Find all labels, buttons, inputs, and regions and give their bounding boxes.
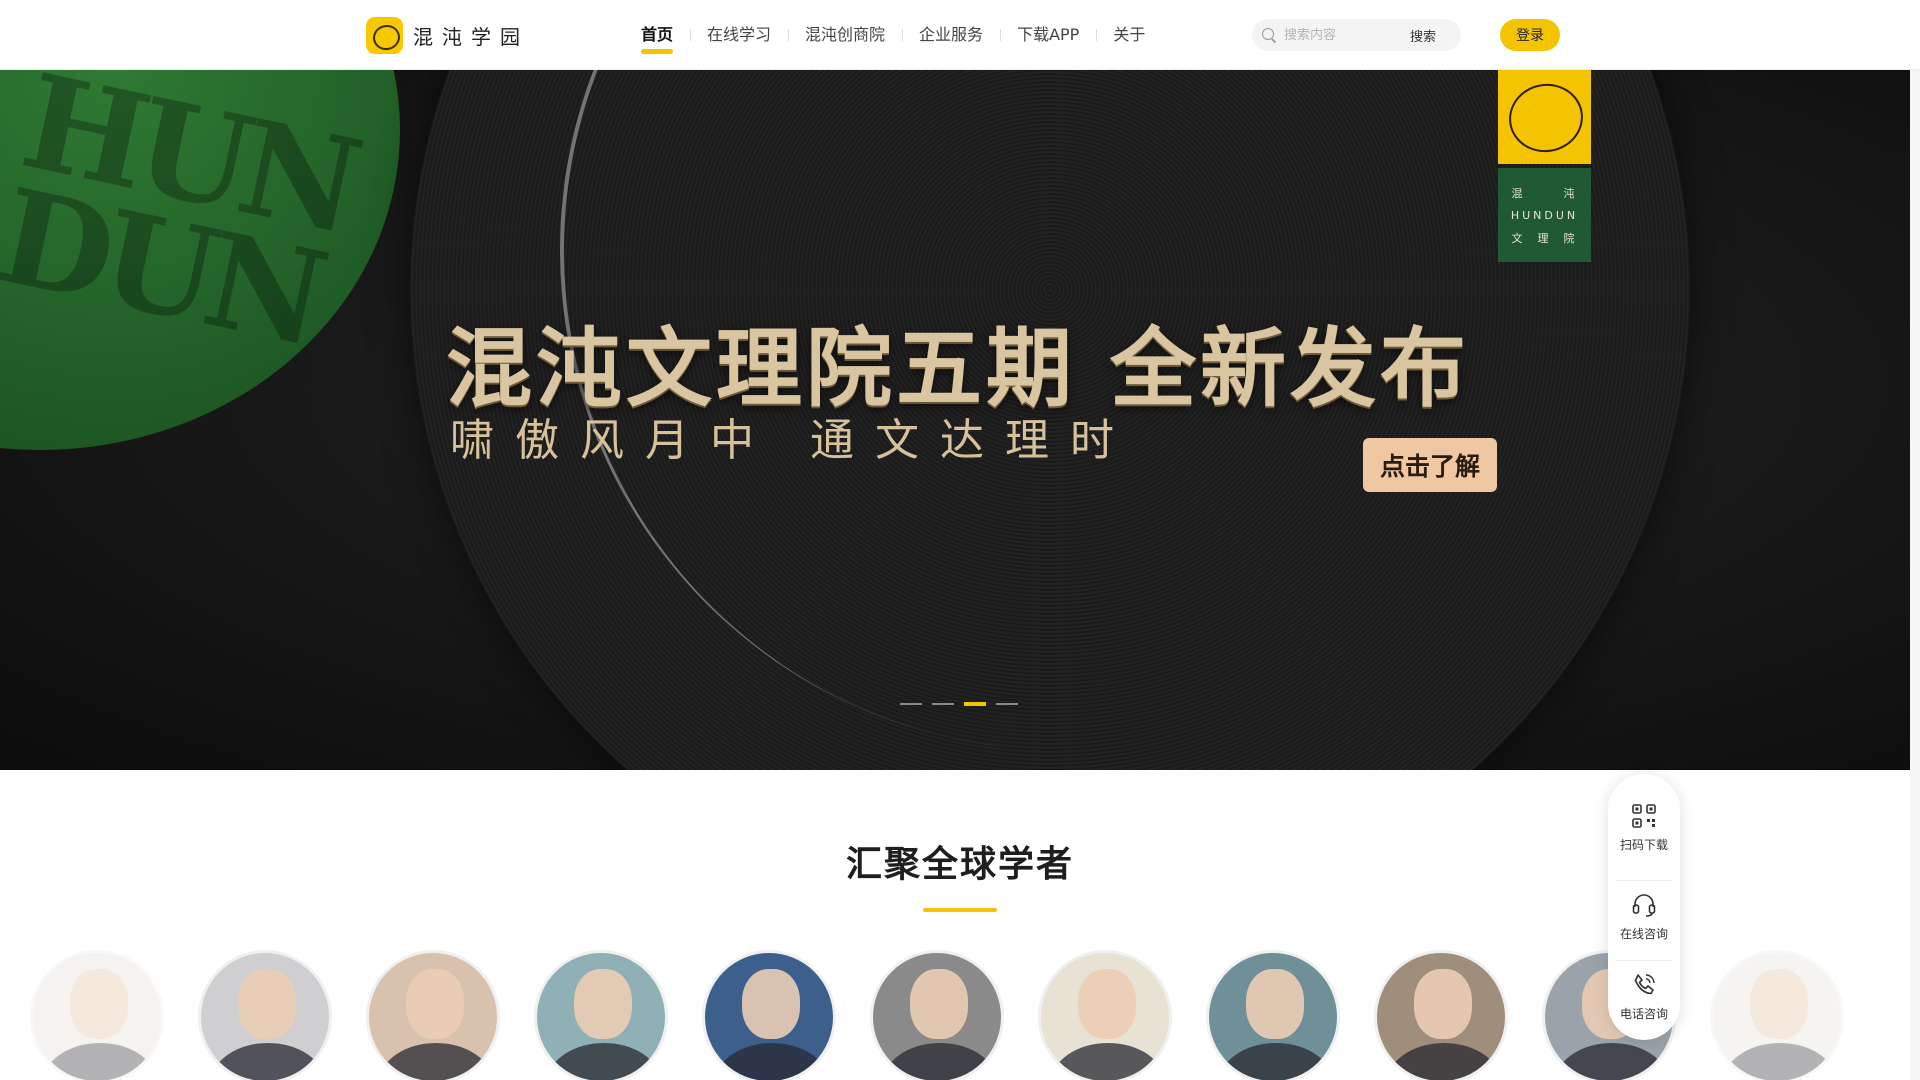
scholar-avatar[interactable] — [1710, 950, 1844, 1080]
floating-contact-panel: 扫码下载 在线咨询 电话咨询 — [1608, 774, 1680, 1040]
qr-code-icon — [1632, 804, 1656, 828]
learn-more-button[interactable]: 点击了解 — [1363, 438, 1497, 492]
nav-about[interactable]: 关于 — [1096, 0, 1162, 70]
avatar-head — [574, 969, 632, 1039]
banner-subtitle: 啸傲风月中 通文达理时 — [450, 415, 1135, 466]
green-disc-graphic: HUN DUN — [0, 70, 400, 450]
online-consult-label: 在线咨询 — [1619, 927, 1668, 942]
phone-consult-button[interactable]: 电话咨询 — [1616, 961, 1672, 1040]
scholar-avatar[interactable] — [534, 950, 668, 1080]
scholar-avatar[interactable] — [198, 950, 332, 1080]
headset-icon — [1632, 894, 1656, 918]
scan-download-button[interactable]: 扫码下载 — [1616, 802, 1672, 882]
carousel-dot[interactable] — [932, 703, 954, 705]
nav-download-app[interactable]: 下载APP — [1000, 0, 1096, 70]
nav-enterprise-services[interactable]: 企业服务 — [902, 0, 1000, 70]
badge-char: 理 — [1537, 231, 1552, 245]
avatar-head — [742, 969, 800, 1039]
nav-home[interactable]: 首页 — [624, 0, 690, 70]
avatar-head — [1078, 969, 1136, 1039]
phone-consult-label: 电话咨询 — [1619, 1006, 1668, 1021]
search-icon — [1262, 28, 1276, 42]
avatar-body — [1723, 1043, 1837, 1080]
scholar-avatar[interactable] — [1374, 950, 1508, 1080]
main-nav: 首页 在线学习 混沌创商院 企业服务 下载APP 关于 — [624, 0, 1162, 70]
avatar-head — [1246, 969, 1304, 1039]
hundun-college-badge[interactable]: 混 沌 HUNDUN 文 理 院 — [1498, 70, 1591, 262]
scholar-avatar[interactable] — [870, 950, 1004, 1080]
site-logo[interactable]: 混沌学园 — [366, 17, 529, 54]
scholar-avatar[interactable] — [702, 950, 836, 1080]
nav-business-school[interactable]: 混沌创商院 — [788, 0, 902, 70]
avatar-body — [883, 1043, 997, 1080]
avatar-body — [547, 1043, 661, 1080]
avatar-body — [1219, 1043, 1333, 1080]
login-button[interactable]: 登录 — [1500, 19, 1560, 51]
avatar-head — [406, 969, 464, 1039]
carousel-dot[interactable] — [964, 702, 986, 706]
avatar-body — [211, 1043, 325, 1080]
scholar-avatar[interactable] — [1206, 950, 1340, 1080]
badge-char: 混 — [1511, 186, 1526, 200]
disc-lettering: HUN DUN — [0, 70, 367, 376]
scholar-avatar[interactable] — [1038, 950, 1172, 1080]
title-underline — [923, 908, 997, 912]
badge-char: 文 — [1511, 231, 1526, 245]
carousel-dot[interactable] — [900, 703, 922, 705]
search-button[interactable]: 搜索 — [1410, 26, 1436, 45]
avatar-body — [715, 1043, 829, 1080]
avatar-head — [1414, 969, 1472, 1039]
avatar-head — [910, 969, 968, 1039]
badge-logo-icon — [1498, 70, 1591, 164]
scholar-avatar[interactable] — [30, 950, 164, 1080]
avatar-head — [238, 969, 296, 1039]
badge-char: 院 — [1563, 231, 1578, 245]
badge-text-block: 混 沌 HUNDUN 文 理 院 — [1498, 168, 1591, 262]
nav-online-learning[interactable]: 在线学习 — [690, 0, 788, 70]
phone-icon — [1634, 973, 1655, 994]
badge-char: 沌 — [1563, 186, 1578, 200]
avatar-head — [1750, 969, 1808, 1039]
logo-icon — [366, 17, 403, 54]
hero-banner[interactable]: HUN DUN 混沌文理院五期 全新发布 啸傲风月中 通文达理时 点击了解 混 … — [0, 70, 1920, 770]
carousel-indicators — [900, 702, 1018, 706]
site-header: 混沌学园 首页 在线学习 混沌创商院 企业服务 下载APP 关于 搜索 登录 — [0, 0, 1920, 70]
avatar-body — [1051, 1043, 1165, 1080]
carousel-dot[interactable] — [996, 703, 1018, 705]
logo-text: 混沌学园 — [413, 25, 529, 49]
avatar-head — [70, 969, 128, 1039]
badge-latin: HUNDUN — [1510, 208, 1579, 222]
avatar-body — [1555, 1043, 1669, 1080]
avatar-body — [43, 1043, 157, 1080]
page-scrollbar[interactable] — [1910, 0, 1920, 1080]
scholar-avatar[interactable] — [366, 950, 500, 1080]
search-input[interactable] — [1284, 27, 1404, 43]
online-consult-button[interactable]: 在线咨询 — [1616, 881, 1672, 961]
search-box: 搜索 — [1252, 19, 1461, 51]
scan-download-label: 扫码下载 — [1619, 838, 1668, 852]
avatar-body — [379, 1043, 493, 1080]
avatar-body — [1387, 1043, 1501, 1080]
